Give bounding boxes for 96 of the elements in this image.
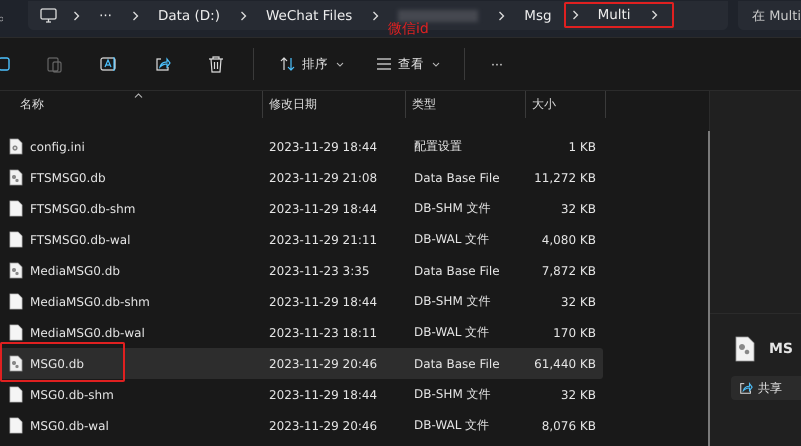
file-icon [9, 231, 23, 248]
gear-file-icon [9, 169, 23, 186]
chevron-icon[interactable] [572, 10, 579, 20]
gear-file-icon [735, 336, 755, 362]
chevron-icon[interactable] [132, 10, 139, 20]
sort-arrows-icon [280, 56, 296, 72]
file-row[interactable]: MSG0.db-wal 2023-11-29 20:46 DB-WAL 文件 8,076 KB [0, 410, 603, 441]
view-button[interactable]: 查看 [364, 48, 452, 80]
date-text: 2023-11-23 3:35 [269, 264, 370, 278]
rename-icon [100, 56, 118, 72]
breadcrumb-item[interactable]: Msg [524, 8, 552, 24]
type-text: DB-WAL 文件 [414, 231, 490, 248]
date-text: 2023-11-29 21:11 [269, 232, 378, 246]
size-text: 7,872 KB [542, 264, 596, 278]
share-button[interactable]: 共享 [731, 376, 801, 400]
file-row[interactable]: FTSMSG0.db-wal 2023-11-29 21:11 DB-WAL 文件 4,080 KB [0, 224, 603, 255]
column-header[interactable]: 名称 [0, 91, 263, 118]
chevron-icon[interactable] [240, 10, 247, 20]
share-icon [739, 381, 753, 395]
type-text: DB-WAL 文件 [414, 417, 490, 434]
type-text: DB-SHM 文件 [414, 293, 491, 310]
file-row[interactable]: MediaMSG0.db-shm 2023-11-29 18:44 DB-SHM 文件 32 KB [0, 286, 603, 317]
scrollbar[interactable] [708, 131, 710, 446]
file-name: FTSMSG0.db-wal [30, 232, 130, 246]
date-text: 2023-11-29 20:46 [269, 418, 378, 432]
copy-icon [0, 56, 10, 72]
file-icon [9, 293, 23, 310]
chevron-icon[interactable] [498, 10, 506, 20]
breadcrumb-item[interactable]: Multi [598, 6, 631, 22]
date-text: 2023-11-23 18:11 [269, 326, 378, 340]
file-icon [9, 417, 23, 434]
file-name: MediaMSG0.db-shm [30, 294, 150, 308]
type-text: Data Base File [414, 264, 500, 278]
file-icon [9, 200, 23, 217]
date-text: 2023-11-29 18:44 [269, 388, 378, 402]
chevron-icon[interactable] [650, 10, 658, 20]
computer-icon[interactable] [40, 8, 58, 23]
file-icon [9, 386, 23, 403]
size-text: 8,076 KB [542, 418, 596, 432]
file-name: MSG0.db-shm [30, 388, 114, 402]
file-name: MSG0.db [30, 356, 84, 370]
paste-icon [47, 55, 63, 73]
breadcrumb-item[interactable]: WeChat Files [266, 8, 352, 24]
type-text: DB-WAL 文件 [414, 324, 490, 341]
file-name: MSG0.db-wal [30, 418, 109, 432]
chevron-icon[interactable] [372, 10, 380, 20]
file-name: FTSMSG0.db-shm [30, 202, 136, 216]
date-text: 2023-11-29 20:46 [269, 356, 378, 370]
share-icon [155, 56, 171, 72]
size-text: 170 KB [553, 326, 596, 340]
file-name: MediaMSG0.db [30, 264, 120, 278]
size-text: 32 KB [560, 294, 596, 308]
file-row[interactable]: MediaMSG0.db-wal 2023-11-23 18:11 DB-WAL 文件 170 KB [0, 317, 603, 348]
size-text: 61,440 KB [534, 356, 596, 370]
file-row[interactable]: MSG0.db-shm 2023-11-29 18:44 DB-SHM 文件 32 KB [0, 379, 603, 410]
search-field[interactable]: 在 Multi [738, 1, 801, 30]
file-row[interactable]: FTSMSG0.db 2023-11-29 21:08 Data Base File 11,272 KB [0, 162, 603, 193]
type-text: DB-SHM 文件 [414, 386, 491, 403]
type-text: Data Base File [414, 356, 500, 370]
size-text: 32 KB [560, 388, 596, 402]
breadcrumb-item[interactable]: Data (D:) [158, 8, 220, 24]
settings-file-icon [9, 138, 23, 155]
chevron-icon[interactable] [73, 10, 80, 20]
file-icon [9, 324, 23, 341]
type-text: 配置设置 [414, 138, 462, 155]
type-text: DB-SHM 文件 [414, 200, 491, 217]
caret-icon [336, 62, 344, 66]
file-row[interactable]: MediaMSG0.db 2023-11-23 3:35 Data Base File 7,872 KB [0, 255, 603, 286]
column-header[interactable]: 修改日期 [263, 91, 406, 118]
type-text: Data Base File [414, 170, 500, 184]
size-text: 11,272 KB [534, 170, 596, 184]
file-name: MediaMSG0.db-wal [30, 326, 145, 340]
file-row[interactable]: config.ini 2023-11-29 18:44 配置设置 1 KB [0, 131, 603, 162]
trash-icon [208, 56, 224, 72]
sort-caret-icon [134, 93, 143, 98]
gear-file-icon [9, 262, 23, 279]
date-text: 2023-11-29 21:08 [269, 170, 378, 184]
breadcrumb-item[interactable]: ··· [99, 8, 112, 24]
caret-icon [432, 62, 440, 66]
size-text: 4,080 KB [542, 232, 596, 246]
more-button[interactable]: ··· [479, 48, 515, 80]
size-text: 32 KB [560, 202, 596, 216]
sort-button[interactable]: 排序 [268, 48, 356, 80]
date-text: 2023-11-29 18:44 [269, 140, 378, 154]
file-name: FTSMSG0.db [30, 170, 106, 184]
file-name: config.ini [30, 140, 85, 154]
date-text: 2023-11-29 18:44 [269, 294, 378, 308]
date-text: 2023-11-29 18:44 [269, 202, 378, 216]
file-row[interactable]: MSG0.db 2023-11-29 20:46 Data Base File 61,440 KB [0, 348, 603, 379]
details-title: MS [769, 341, 794, 357]
column-header[interactable]: 大小 [526, 91, 606, 118]
file-row[interactable]: FTSMSG0.db-shm 2023-11-29 18:44 DB-SHM 文件 32 KB [0, 193, 603, 224]
gear-file-icon [9, 355, 23, 372]
list-lines-icon [376, 58, 392, 70]
size-text: 1 KB [568, 140, 596, 154]
column-header[interactable]: 类型 [406, 91, 526, 118]
